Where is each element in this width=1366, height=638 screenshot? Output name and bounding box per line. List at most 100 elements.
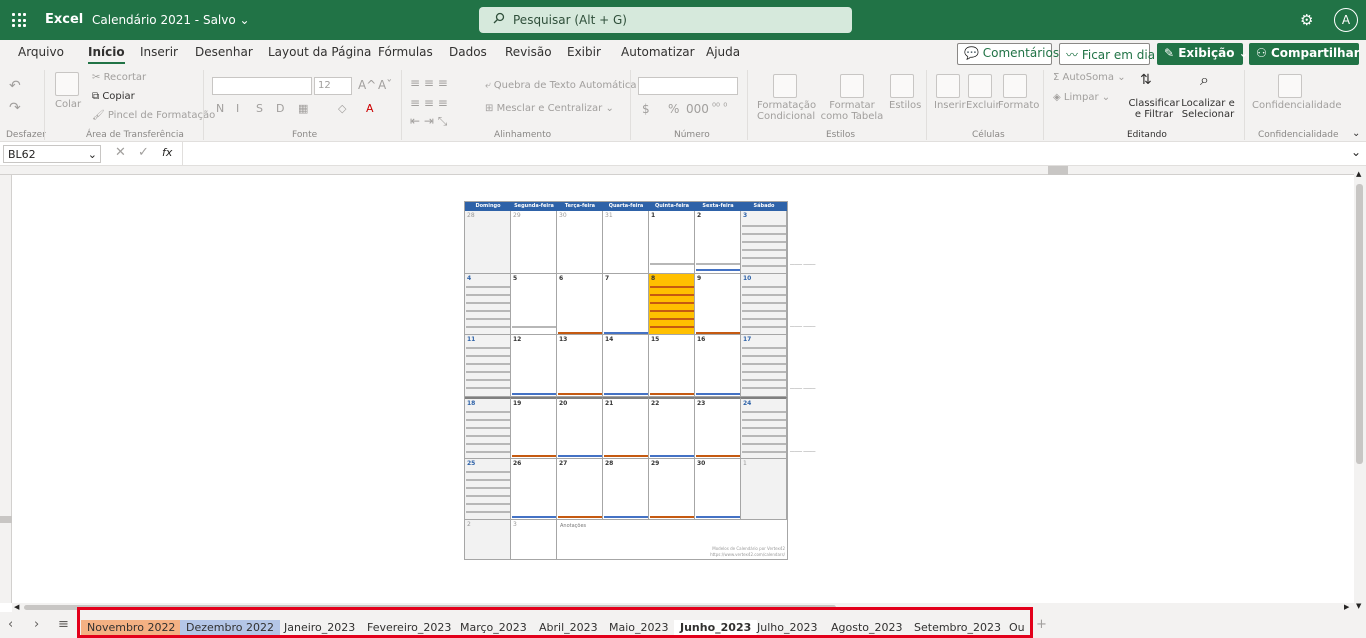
tab-exibir[interactable]: Exibir: [567, 45, 601, 59]
app-launcher-icon[interactable]: [12, 13, 26, 27]
autosum-button[interactable]: Σ AutoSoma ⌄: [1053, 72, 1126, 83]
day-cell[interactable]: 1: [741, 459, 787, 520]
chevron-down-icon[interactable]: ⌄: [88, 148, 97, 161]
day-cell[interactable]: 6: [557, 274, 603, 335]
day-cell[interactable]: 1: [649, 211, 695, 274]
cut-button[interactable]: ✂ Recortar: [92, 72, 146, 83]
shrink-font-button[interactable]: Aˇ: [378, 78, 392, 92]
format-table-label[interactable]: Formatar como Tabela: [818, 100, 886, 122]
day-cell[interactable]: 30: [557, 211, 603, 274]
tab-formulas[interactable]: Fórmulas: [378, 45, 433, 59]
function-icon[interactable]: fx: [162, 146, 172, 159]
selected-column-header[interactable]: [1048, 166, 1068, 175]
day-cell[interactable]: 2: [465, 520, 511, 560]
cell-styles-icon[interactable]: [890, 74, 914, 98]
tab-layout[interactable]: Layout da Página: [268, 45, 371, 59]
day-cell[interactable]: 29: [649, 459, 695, 520]
all-sheets-menu-icon[interactable]: ≡: [58, 617, 69, 632]
avatar[interactable]: A: [1334, 8, 1358, 32]
collapse-ribbon-icon[interactable]: ⌄: [1352, 128, 1360, 139]
confirm-icon[interactable]: ✓: [138, 145, 149, 160]
format-cells-label[interactable]: Formato: [998, 100, 1039, 111]
day-cell[interactable]: 24: [741, 397, 787, 459]
day-cell[interactable]: 23: [695, 397, 741, 459]
day-cell[interactable]: 5: [511, 274, 557, 335]
expand-formula-icon[interactable]: ⌄: [1351, 145, 1361, 159]
day-cell[interactable]: 3: [511, 520, 557, 560]
thousands-button[interactable]: 000: [686, 102, 709, 116]
day-cell[interactable]: 4: [465, 274, 511, 335]
copy-button[interactable]: ⧉ Copiar: [92, 91, 135, 102]
name-box[interactable]: BL62 ⌄: [3, 145, 101, 163]
currency-button[interactable]: $: [642, 102, 650, 116]
borders-icon[interactable]: ▦: [298, 102, 308, 115]
share-button[interactable]: ⚇ Compartilhar ⌄: [1249, 43, 1366, 65]
day-cell[interactable]: 27: [557, 459, 603, 520]
selected-row-header[interactable]: [0, 516, 12, 523]
delete-cells-icon[interactable]: [968, 74, 992, 98]
document-title[interactable]: Calendário 2021 - Salvo ⌄: [92, 13, 250, 27]
day-cell[interactable]: 9: [695, 274, 741, 335]
scroll-right-icon[interactable]: ▶: [1344, 603, 1349, 611]
vertical-scrollbar[interactable]: ▲ ▼: [1354, 166, 1366, 612]
align-left-icon[interactable]: ≡ ≡ ≡: [410, 96, 448, 110]
day-cell[interactable]: 7: [603, 274, 649, 335]
view-button[interactable]: ✎ Exibição ⌄: [1157, 43, 1249, 65]
tab-automatizar[interactable]: Automatizar: [621, 45, 695, 59]
day-cell[interactable]: 28: [465, 211, 511, 274]
day-cell[interactable]: 17: [741, 335, 787, 397]
font-color-icon[interactable]: A: [366, 102, 374, 115]
tab-inserir[interactable]: Inserir: [140, 45, 178, 59]
day-cell[interactable]: 20: [557, 397, 603, 459]
number-format-select[interactable]: [638, 77, 738, 95]
cancel-icon[interactable]: ✕: [115, 145, 126, 160]
format-cells-icon[interactable]: [1003, 74, 1027, 98]
comments-button[interactable]: 💬 Comentários: [957, 43, 1059, 65]
tab-arquivo[interactable]: Arquivo: [18, 45, 64, 59]
day-cell[interactable]: 11: [465, 335, 511, 397]
day-cell[interactable]: 29: [511, 211, 557, 274]
day-cell[interactable]: 30: [695, 459, 741, 520]
tab-inicio[interactable]: Início: [88, 45, 125, 64]
format-painter-button[interactable]: 🖌 Pincel de Formatação: [92, 110, 215, 121]
bold-button[interactable]: N: [216, 102, 224, 115]
app-name[interactable]: Excel: [45, 12, 83, 27]
font-size-select[interactable]: 12: [314, 77, 352, 95]
day-cell[interactable]: 31: [603, 211, 649, 274]
undo-icon[interactable]: ↶: [9, 78, 21, 94]
day-cell[interactable]: 14: [603, 335, 649, 397]
day-cell[interactable]: 13: [557, 335, 603, 397]
fill-color-icon[interactable]: ◇: [338, 102, 346, 115]
catch-up-button[interactable]: 〰 Ficar em dia: [1059, 43, 1155, 65]
day-cell[interactable]: 19: [511, 397, 557, 459]
sensitivity-label[interactable]: Confidencialidade: [1252, 100, 1342, 111]
scroll-down-icon[interactable]: ▼: [1356, 602, 1361, 610]
day-cell[interactable]: 2: [695, 211, 741, 274]
decimal-icon[interactable]: ⁰⁰ ⁰: [712, 102, 727, 113]
day-cell[interactable]: 22: [649, 397, 695, 459]
day-cell[interactable]: 15: [649, 335, 695, 397]
day-cell[interactable]: 12: [511, 335, 557, 397]
day-cell[interactable]: 21: [603, 397, 649, 459]
wrap-text-button[interactable]: ⤶ Quebra de Texto Automática: [485, 80, 637, 91]
cell-styles-label[interactable]: Estilos: [889, 100, 921, 111]
indent-icon[interactable]: ⇤ ⇥ ⤡: [410, 114, 447, 129]
insert-cells-icon[interactable]: [936, 74, 960, 98]
day-cell[interactable]: 25: [465, 459, 511, 520]
align-top-icon[interactable]: ≡ ≡ ≡: [410, 76, 448, 90]
format-table-icon[interactable]: [840, 74, 864, 98]
search-box[interactable]: Pesquisar (Alt + G): [479, 7, 852, 33]
sort-filter-icon[interactable]: ⇅: [1140, 72, 1152, 88]
clear-button[interactable]: ◈ Limpar ⌄: [1053, 92, 1110, 103]
paste-icon[interactable]: [55, 72, 79, 96]
scroll-left-icon[interactable]: ◀: [14, 603, 19, 611]
sensitivity-icon[interactable]: [1278, 74, 1302, 98]
font-name-select[interactable]: [212, 77, 312, 95]
day-cell-highlighted[interactable]: 8: [649, 274, 695, 335]
underline-button[interactable]: S: [256, 102, 263, 115]
day-cell[interactable]: 28: [603, 459, 649, 520]
chevron-right-icon[interactable]: ›: [34, 617, 39, 632]
percent-button[interactable]: %: [668, 102, 679, 116]
day-cell[interactable]: 3: [741, 211, 787, 274]
scroll-up-icon[interactable]: ▲: [1356, 170, 1361, 178]
